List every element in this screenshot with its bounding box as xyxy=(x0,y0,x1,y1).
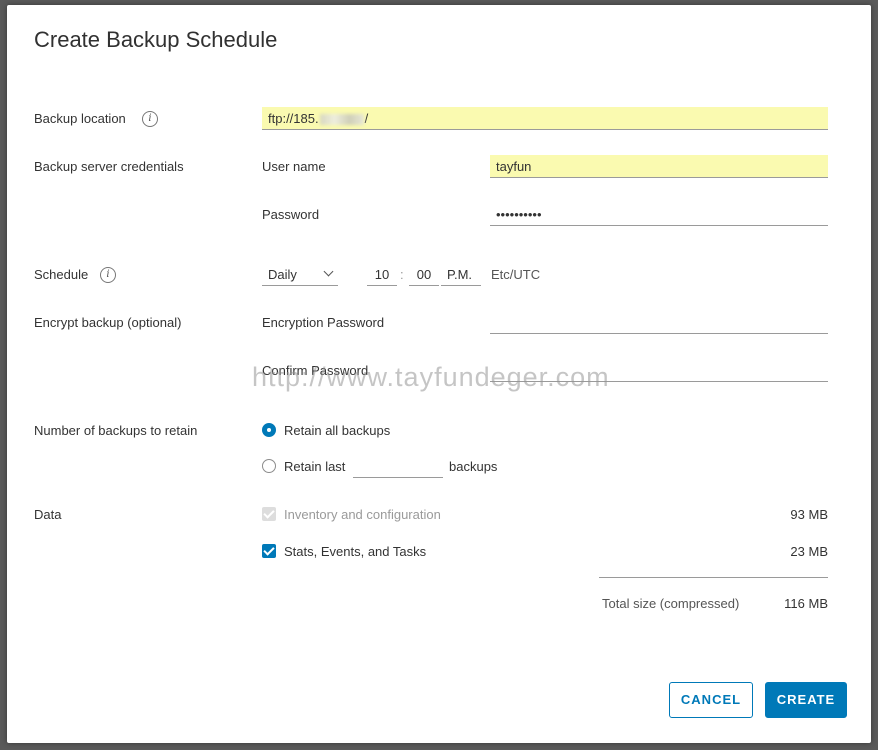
create-button[interactable]: CREATE xyxy=(765,682,847,718)
credentials-label: Backup server credentials xyxy=(34,159,184,174)
chevron-down-icon xyxy=(323,266,334,277)
username-input[interactable]: tayfun xyxy=(490,155,828,178)
retain-backups-suffix: backups xyxy=(449,459,498,474)
username-label: User name xyxy=(262,159,326,174)
encryption-password-input[interactable] xyxy=(490,311,828,334)
minute-input[interactable]: 00 xyxy=(409,263,439,286)
info-icon[interactable]: i xyxy=(100,267,116,283)
retain-last-label[interactable]: Retain last xyxy=(284,459,345,474)
retain-all-label[interactable]: Retain all backups xyxy=(284,423,390,438)
schedule-label: Schedule xyxy=(34,267,89,282)
encrypt-label: Encrypt backup (optional) xyxy=(34,315,182,330)
inventory-size: 93 MB xyxy=(790,507,828,522)
retain-label: Number of backups to retain xyxy=(34,423,198,438)
total-size-value: 116 MB xyxy=(784,596,828,611)
dialog-title: Create Backup Schedule xyxy=(34,27,278,52)
redacted-address xyxy=(319,114,364,126)
stats-events-tasks-label[interactable]: Stats, Events, and Tasks xyxy=(284,544,426,559)
frequency-select[interactable]: Daily xyxy=(262,263,338,286)
encryption-password-label: Encryption Password xyxy=(262,315,385,330)
stats-events-tasks-size: 23 MB xyxy=(790,544,828,559)
retain-count-input[interactable] xyxy=(353,455,443,478)
ampm-input[interactable]: P.M. xyxy=(441,263,481,286)
hour-input[interactable]: 10 xyxy=(367,263,397,286)
total-divider xyxy=(599,577,828,578)
retain-last-radio[interactable] xyxy=(262,459,276,473)
retain-all-radio[interactable] xyxy=(262,423,276,437)
inventory-label: Inventory and configuration xyxy=(284,507,441,522)
backup-location-input[interactable]: ftp://185. / xyxy=(262,107,828,130)
password-label: Password xyxy=(262,207,320,222)
watermark: http://www.tayfundeger.com xyxy=(252,362,610,392)
total-size-label: Total size (compressed) xyxy=(602,596,740,611)
stats-events-tasks-checkbox[interactable] xyxy=(262,544,276,558)
backup-location-value-prefix: ftp://185. xyxy=(268,111,319,126)
time-separator: : xyxy=(400,267,404,282)
frequency-value: Daily xyxy=(268,267,297,282)
password-input[interactable]: •••••••••• xyxy=(490,203,828,226)
data-label: Data xyxy=(34,507,62,522)
backup-location-label: Backup location xyxy=(34,111,126,126)
backup-location-value-suffix: / xyxy=(364,111,369,126)
create-backup-schedule-dialog: Create Backup Schedule Backup location i… xyxy=(7,5,871,743)
cancel-button[interactable]: CANCEL xyxy=(669,682,753,718)
info-icon[interactable]: i xyxy=(142,111,158,127)
inventory-checkbox xyxy=(262,507,276,521)
timezone-label: Etc/UTC xyxy=(491,267,541,282)
